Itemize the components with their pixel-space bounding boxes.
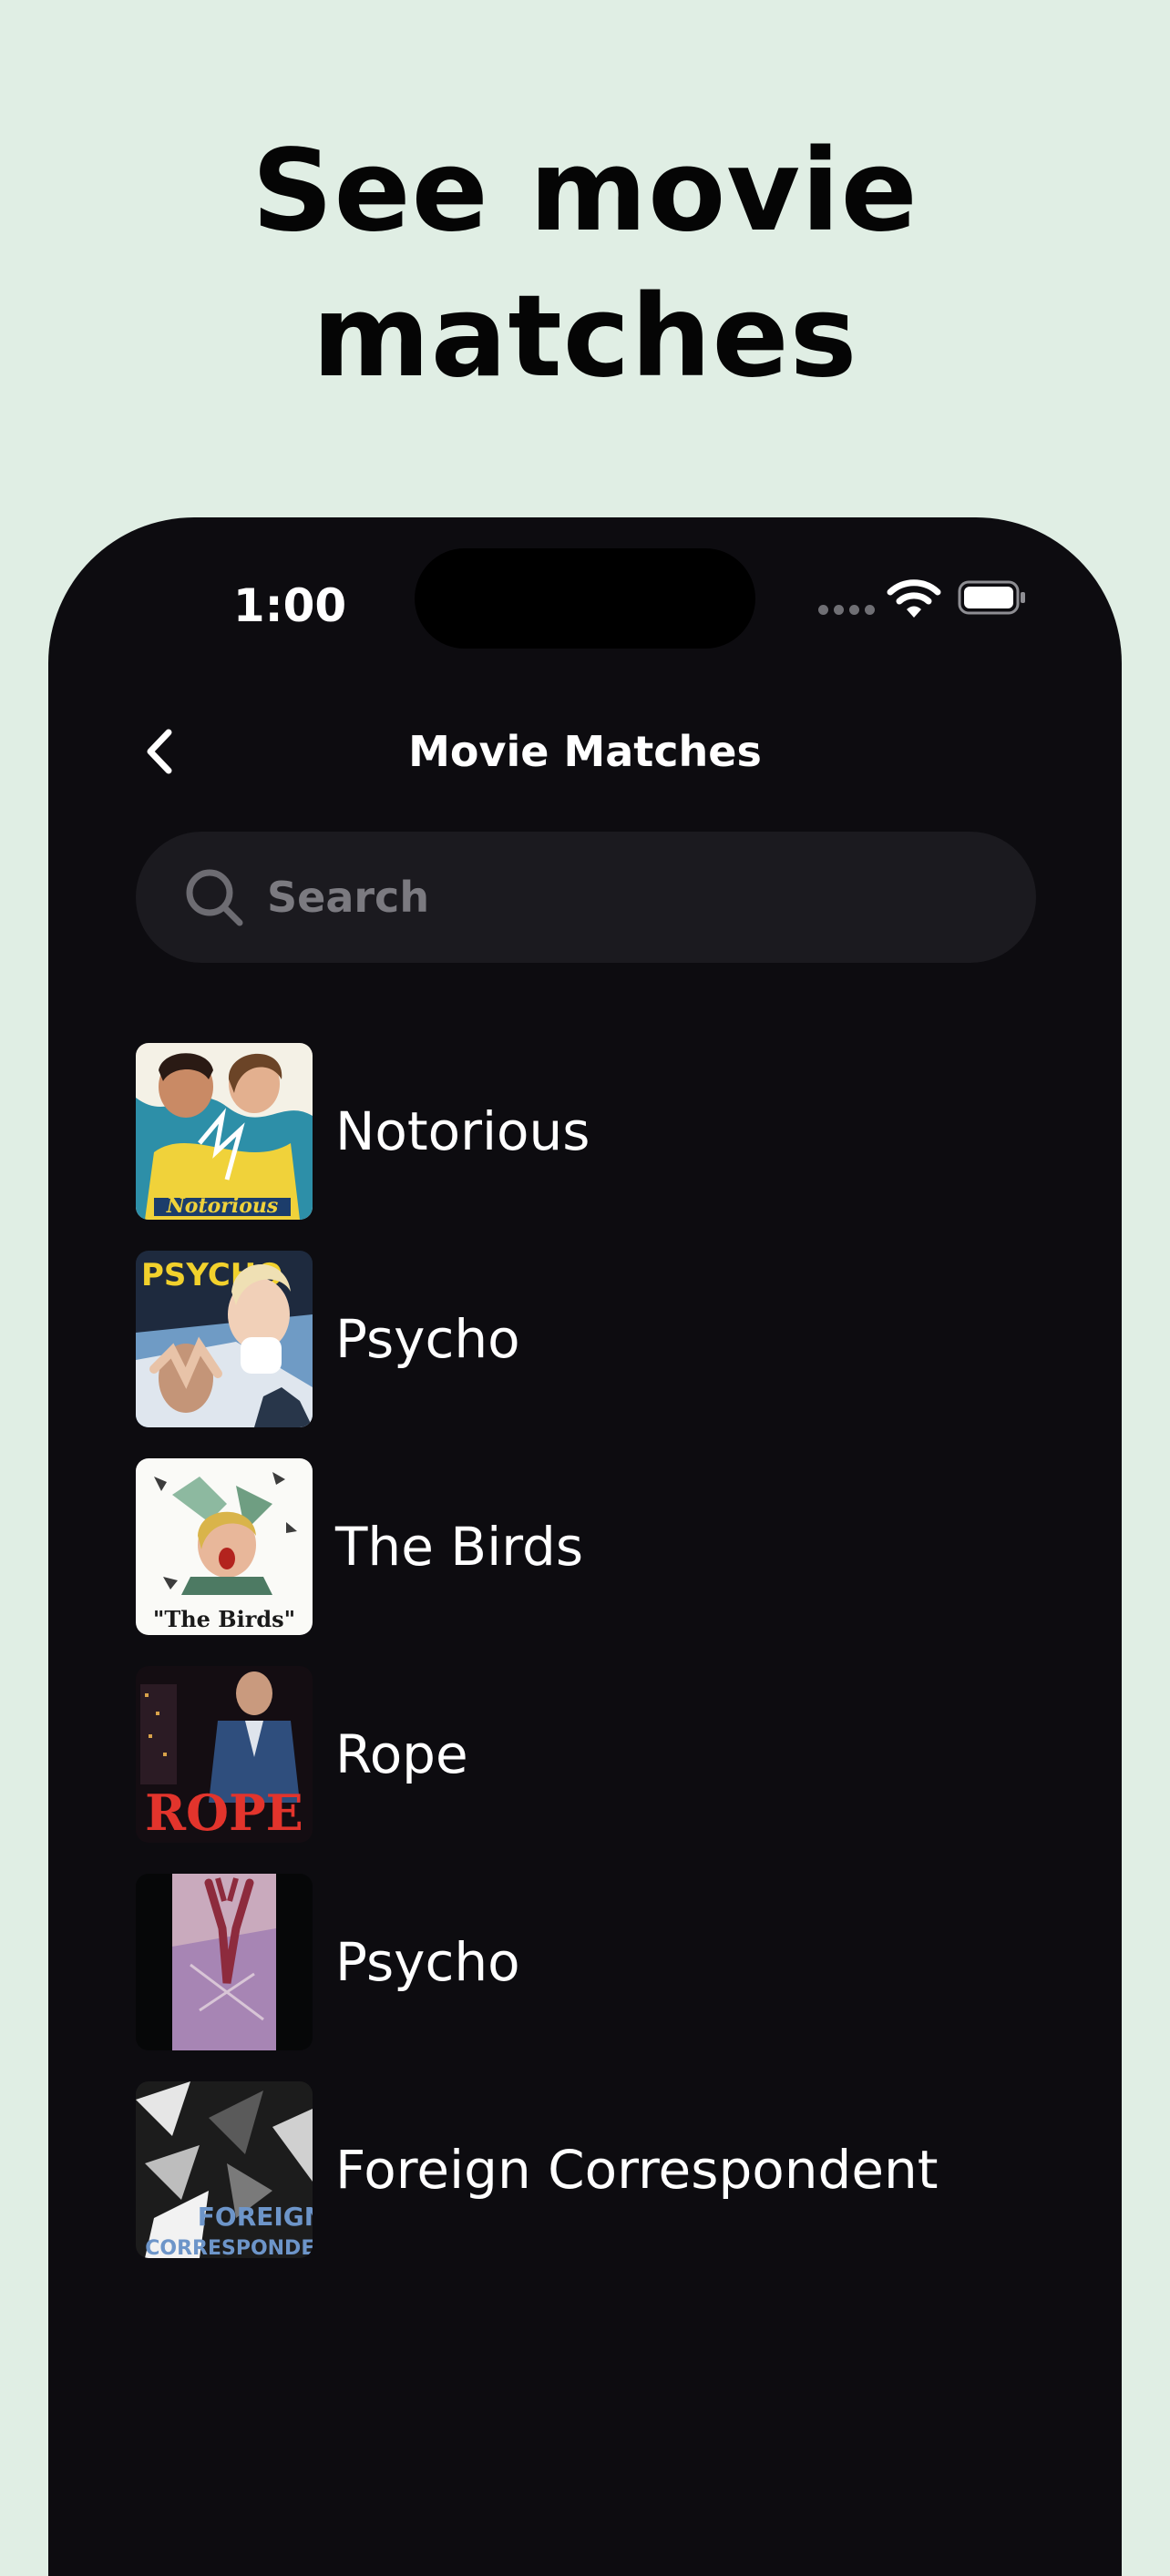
list-item[interactable]: PSYCHO Psycho	[136, 1235, 1047, 1443]
movie-poster-the-birds: "The Birds"	[136, 1458, 313, 1635]
search-input[interactable]	[267, 832, 996, 963]
svg-text:CORRESPONDENT: CORRESPONDENT	[145, 2237, 313, 2258]
movie-title: Foreign Correspondent	[335, 2139, 939, 2201]
search-icon	[186, 869, 243, 926]
list-item[interactable]: ROPE Rope	[136, 1651, 1047, 1858]
battery-icon	[958, 580, 1025, 615]
wifi-icon	[887, 579, 941, 618]
svg-text:"The Birds": "The Birds"	[153, 1606, 295, 1632]
headline: See movie matches	[0, 118, 1170, 410]
search-bar[interactable]	[136, 832, 1036, 963]
svg-text:ROPE: ROPE	[145, 1784, 303, 1842]
cellular-signal-icon	[818, 605, 875, 616]
headline-line-2: matches	[312, 271, 858, 403]
movie-poster-rope: ROPE	[136, 1666, 313, 1843]
movie-title: The Birds	[335, 1516, 584, 1578]
svg-text:FOREIGN: FOREIGN	[198, 2202, 313, 2232]
movie-title: Psycho	[335, 1308, 520, 1370]
phone-frame: 1:00 Movie Matches Search Notorious Noto…	[48, 517, 1122, 2576]
list-item[interactable]: Psycho	[136, 1858, 1047, 2066]
page-title: Movie Matches	[408, 727, 762, 776]
movie-poster-notorious: Notorious	[136, 1043, 313, 1220]
movie-poster-psycho-2	[136, 1874, 313, 2050]
svg-text:Notorious: Notorious	[166, 1194, 279, 1218]
headline-line-1: See movie	[251, 126, 919, 257]
status-time: 1:00	[232, 579, 347, 632]
list-item[interactable]: Notorious Notorious	[136, 1027, 1047, 1235]
movie-title: Psycho	[335, 1931, 520, 1993]
movie-title: Rope	[335, 1723, 468, 1785]
movie-list: Notorious Notorious PSYCHO Psycho "The B…	[136, 1027, 1047, 2274]
list-item[interactable]: "The Birds" The Birds	[136, 1443, 1047, 1651]
movie-title: Notorious	[335, 1100, 590, 1162]
movie-poster-psycho: PSYCHO	[136, 1251, 313, 1427]
movie-poster-foreign-correspondent: FOREIGN CORRESPONDENT	[136, 2081, 313, 2258]
list-item[interactable]: FOREIGN CORRESPONDENT Foreign Correspond…	[136, 2066, 1047, 2274]
dynamic-island	[415, 548, 755, 649]
